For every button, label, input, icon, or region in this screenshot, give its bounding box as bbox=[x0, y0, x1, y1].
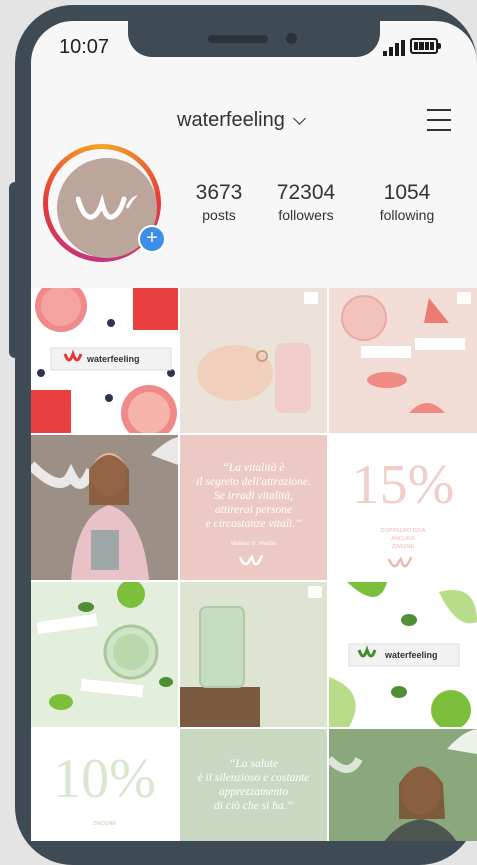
phone-notch bbox=[128, 21, 380, 57]
status-time: 10:07 bbox=[59, 36, 110, 58]
quote-text: “La salute è il silenzioso e costante ap… bbox=[197, 758, 310, 812]
front-camera bbox=[286, 33, 297, 44]
followers-label: followers bbox=[278, 207, 334, 223]
brand-label: waterfeeling bbox=[385, 650, 438, 660]
post-woman-smiling[interactable] bbox=[31, 435, 178, 580]
hamburger-menu-icon[interactable] bbox=[427, 109, 451, 131]
stat-following[interactable]: 1054 following bbox=[369, 181, 445, 223]
stat-followers[interactable]: 72304 followers bbox=[266, 181, 346, 223]
posts-count: 3673 bbox=[195, 181, 243, 204]
post-quote-vitality[interactable]: “La vitalità è il segreto dell'attrazion… bbox=[180, 435, 327, 580]
battery-icon bbox=[410, 38, 438, 54]
pink-drink-image bbox=[341, 292, 471, 413]
story-ring[interactable]: + bbox=[43, 144, 166, 262]
post-woman-outdoor[interactable] bbox=[329, 729, 477, 841]
brand-label: waterfeeling bbox=[87, 354, 140, 364]
waterfeeling-logo bbox=[387, 556, 413, 568]
post-10-percent[interactable]: 10% ZNCONE bbox=[31, 729, 178, 841]
signal-icon bbox=[383, 40, 405, 56]
chevron-down-icon bbox=[292, 111, 306, 125]
post-pink-drink[interactable] bbox=[329, 288, 477, 433]
lime-glass-image bbox=[36, 582, 173, 710]
posts-grid: waterfeeling “La vitalità è il segreto d… bbox=[31, 288, 477, 841]
post-melon-lime[interactable]: waterfeeling bbox=[329, 582, 477, 727]
phone-screen: 10:07 waterfeeling + 3673 posts 72304 fo… bbox=[31, 21, 477, 841]
posts-label: posts bbox=[202, 207, 236, 223]
stat-posts[interactable]: 3673 posts bbox=[189, 181, 249, 223]
woman-outdoor-image bbox=[329, 729, 477, 841]
glass-on-table-image bbox=[180, 582, 327, 727]
battery-tip bbox=[438, 43, 441, 49]
speaker-grille bbox=[208, 35, 268, 43]
post-hand-glass[interactable] bbox=[180, 288, 327, 433]
hand-with-glass-image bbox=[180, 288, 327, 433]
waterfeeling-logo bbox=[238, 554, 264, 566]
post-glass-table[interactable] bbox=[180, 582, 327, 727]
waterfeeling-logo bbox=[76, 194, 138, 220]
account-switcher[interactable]: waterfeeling bbox=[177, 109, 306, 132]
post-15-percent[interactable]: 15% DOPPELRO EDIA ANGURA ZINGINE bbox=[329, 435, 477, 580]
post-lime-glass[interactable] bbox=[31, 582, 178, 727]
post-fruits-watermelon[interactable]: waterfeeling bbox=[31, 288, 178, 433]
add-story-button[interactable]: + bbox=[138, 225, 166, 253]
followers-count: 72304 bbox=[276, 181, 336, 204]
following-label: following bbox=[379, 207, 435, 223]
woman-portrait-image bbox=[31, 435, 178, 580]
following-count: 1054 bbox=[383, 181, 431, 204]
username-label: waterfeeling bbox=[177, 109, 285, 131]
percent-value: 10% bbox=[53, 748, 156, 810]
post-quote-health[interactable]: “La salute è il silenzioso e costante ap… bbox=[180, 729, 327, 841]
